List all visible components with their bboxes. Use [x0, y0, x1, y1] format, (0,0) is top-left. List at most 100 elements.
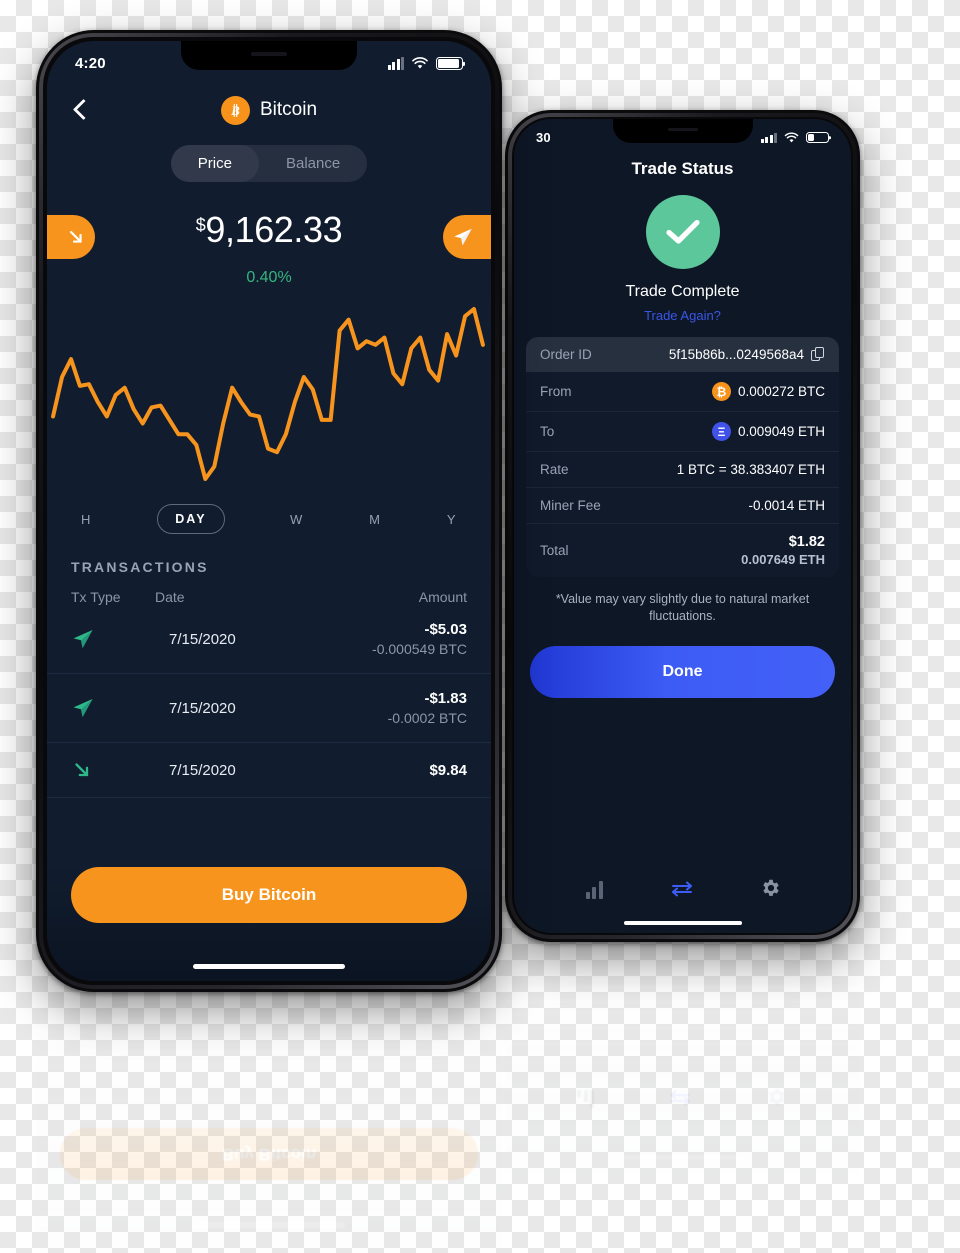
price-value-wrap: $9,162.33: [47, 209, 491, 251]
paper-plane-icon: [73, 699, 93, 717]
tab-price[interactable]: Price: [170, 145, 259, 182]
bitcoin-header-area: B Bitcoin Price Balance $9,162.33 0.40% …: [47, 41, 491, 535]
detail-value: 0.000272 BTC: [737, 384, 825, 399]
notch-front: [181, 41, 357, 70]
bitcoin-icon: B: [220, 95, 250, 125]
reflection-exchange-arrows-icon: [669, 1090, 690, 1106]
range-option-m[interactable]: M: [369, 512, 381, 527]
chart-line: [51, 307, 485, 481]
detail-value: -0.0014 ETH: [748, 498, 825, 513]
detail-value: 0.009049 ETH: [737, 424, 825, 439]
bar-chart-icon[interactable]: [581, 873, 607, 899]
ethereum-icon: Ξ: [711, 422, 731, 441]
tab-balance[interactable]: Balance: [259, 145, 367, 182]
detail-label: To: [540, 424, 555, 439]
detail-value: 1 BTC = 38.383407 ETH: [676, 462, 825, 477]
trade-again-link[interactable]: Trade Again?: [514, 308, 851, 323]
column-header-amount: Amount: [418, 589, 467, 605]
svg-text:B: B: [230, 104, 240, 118]
table-row[interactable]: 7/15/2020 -$1.83 -0.0002 BTC: [47, 674, 491, 743]
price-chart: [47, 297, 491, 497]
currency-symbol: $: [195, 215, 206, 235]
tx-amount-fiat: -$1.83: [424, 690, 467, 707]
paper-plane-icon: [454, 228, 472, 246]
detail-label: Total: [540, 543, 569, 558]
price-value: 9,162.33: [205, 209, 343, 250]
home-indicator-front: [193, 964, 345, 969]
buy-bitcoin-button[interactable]: Buy Bitcoin: [71, 867, 467, 923]
gear-glyph: [763, 879, 779, 896]
tx-amount-cell: $9.84: [429, 762, 467, 779]
detail-value: $1.82: [788, 534, 825, 550]
phone-device-back: 30 Trade Status Trade Complete Trade Aga…: [505, 110, 860, 942]
wifi-icon: [412, 57, 428, 69]
detail-value-wrap: 5f15b86b...0249568a4: [669, 347, 825, 362]
detail-label: Order ID: [540, 347, 592, 362]
price-chart-svg: [51, 307, 485, 481]
arrow-down-right-icon: [75, 763, 89, 777]
range-option-w[interactable]: W: [290, 512, 304, 527]
range-option-day[interactable]: DAY: [157, 504, 225, 534]
send-button[interactable]: [443, 215, 491, 259]
reflection-tab-bar-back: [505, 1086, 860, 1108]
detail-label: Miner Fee: [540, 498, 601, 513]
exchange-arrows-glyph: [672, 881, 693, 897]
detail-value-wrap: ₿ 0.000272 BTC: [711, 382, 825, 401]
reflection-buy-bitcoin-button: Buy Bitcoin: [60, 1128, 478, 1180]
price-balance-toggle: Price Balance: [170, 145, 368, 182]
column-header-date: Date: [155, 589, 185, 605]
tx-type-cell: [71, 627, 155, 651]
scene: 30 Trade Status Trade Complete Trade Aga…: [0, 0, 960, 1253]
detail-sub-value: 0.007649 ETH: [741, 552, 825, 567]
battery-icon: [806, 132, 829, 143]
market-fluctuation-note: *Value may vary slightly due to natural …: [555, 592, 810, 624]
reflection-shell-front: [36, 952, 502, 1252]
status-icon-wrap: [514, 195, 851, 269]
status-time-back: 30: [536, 130, 551, 145]
battery-icon: [436, 57, 463, 70]
paper-plane-icon: [73, 630, 93, 648]
range-option-h[interactable]: H: [81, 512, 92, 527]
detail-row-from: From ₿ 0.000272 BTC: [526, 372, 839, 412]
speaker-slot-icon: [667, 128, 698, 131]
phone-reflection-back: [505, 874, 860, 1174]
column-header-tx-type: Tx Type: [71, 589, 121, 605]
done-button[interactable]: Done: [530, 645, 835, 698]
tx-type-cell: [71, 759, 155, 781]
reflection-home-indicator-back: [623, 1155, 742, 1160]
check-mark-icon: [665, 219, 700, 244]
detail-label: From: [540, 384, 572, 399]
bitcoin-detail-content: B Bitcoin Price Balance $9,162.33 0.40% …: [47, 41, 491, 981]
phone-screen-bitcoin: 4:20 B Bitcoin Price Balance $9,162.33 0…: [47, 41, 491, 981]
trade-detail-card: Order ID 5f15b86b...0249568a4 From ₿ 0.0…: [526, 337, 839, 577]
table-row[interactable]: 7/15/2020 -$5.03 -0.000549 BTC: [47, 605, 491, 674]
wifi-icon: [784, 132, 799, 142]
gear-icon[interactable]: [758, 873, 784, 899]
phone-device-front: 4:20 B Bitcoin Price Balance $9,162.33 0…: [36, 30, 502, 992]
tx-amount-fiat: -$5.03: [424, 621, 467, 638]
detail-row-miner-fee: Miner Fee -0.0014 ETH: [526, 488, 839, 524]
detail-value-wrap: $1.82 0.007649 ETH: [741, 534, 825, 567]
reflection-gear-icon: [768, 1089, 785, 1106]
speaker-slot-icon: [251, 52, 287, 56]
transactions-column-headers: Tx Type Date Amount: [47, 575, 491, 605]
reflection-bar-chart-icon: [577, 1090, 595, 1108]
tx-amount-fiat: $9.84: [429, 761, 467, 779]
receive-button[interactable]: [47, 215, 95, 259]
trade-status-content: Trade Status Trade Complete Trade Again?…: [514, 119, 851, 933]
tx-amount-crypto: -0.0002 BTC: [387, 710, 467, 726]
detail-row-rate: Rate 1 BTC = 38.383407 ETH: [526, 452, 839, 488]
status-time-front: 4:20: [75, 55, 106, 72]
signal-bars-icon: [760, 132, 777, 143]
bitcoin-glyph: B: [230, 103, 240, 118]
status-icons-front: [387, 57, 463, 70]
tx-amount-cell: -$1.83 -0.0002 BTC: [388, 690, 467, 726]
range-option-y[interactable]: Y: [447, 512, 457, 527]
copy-icon[interactable]: [811, 347, 825, 362]
table-row[interactable]: 7/15/2020 $9.84: [47, 743, 491, 798]
detail-row-order-id[interactable]: Order ID 5f15b86b...0249568a4: [526, 337, 839, 372]
trade-complete-text: Trade Complete: [625, 283, 740, 300]
tx-date-cell: 7/15/2020: [169, 699, 236, 717]
transactions-section: TRANSACTIONS Tx Type Date Amount 7/15/20…: [47, 535, 491, 981]
exchange-arrows-icon[interactable]: [669, 873, 695, 899]
